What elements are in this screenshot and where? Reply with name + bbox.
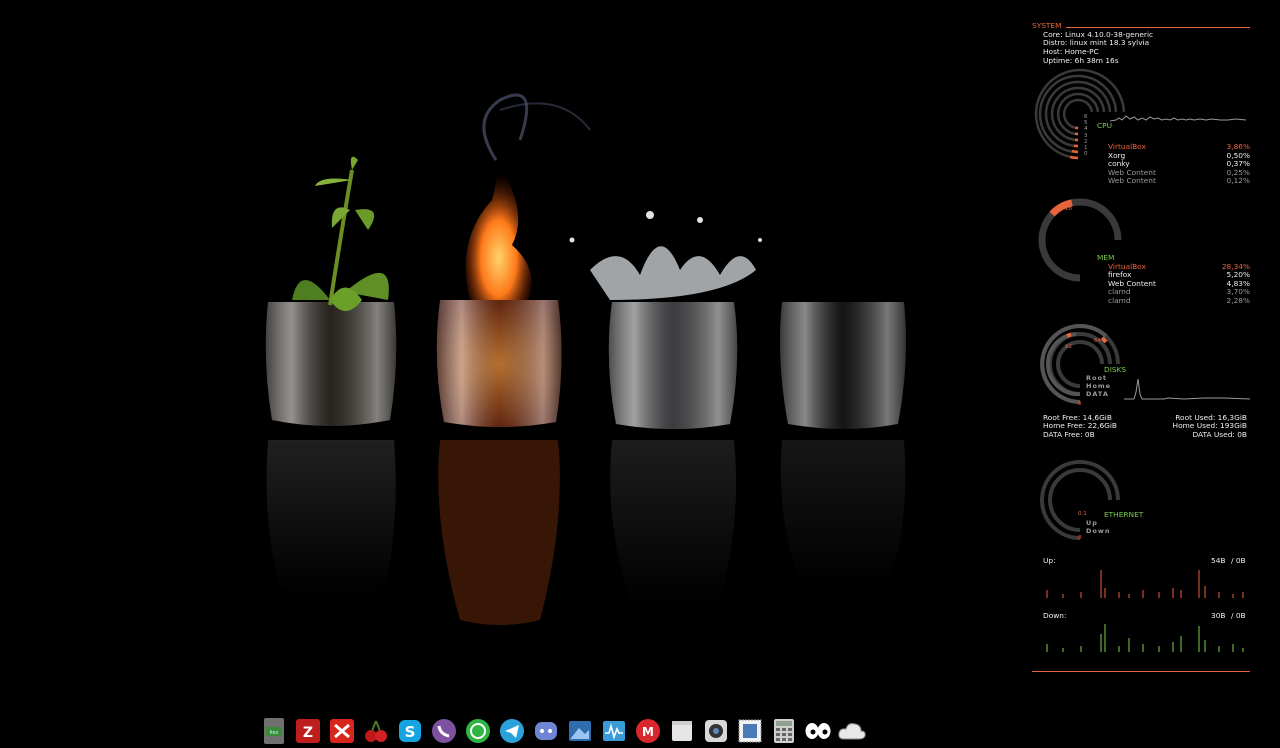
svg-text:S: S (404, 723, 415, 741)
disk-ring-value-home: 92 (1065, 344, 1072, 350)
eth-ring-value-down: 0 (1078, 535, 1082, 541)
svg-text:M: M (642, 725, 654, 739)
dock-app-eyes[interactable] (802, 716, 833, 747)
dock-app-whatsapp[interactable] (462, 716, 493, 747)
dock: hex Z S M (258, 714, 867, 748)
cpu-proc-name: Web Content (1108, 176, 1156, 185)
desktop-wallpaper (265, 93, 906, 625)
cpu-proc-value: 0,12% (1226, 176, 1250, 185)
disks-graph (1124, 378, 1250, 400)
mem-proc-name: clamd (1108, 296, 1131, 305)
cpu-ring-labels: 6543210 (1084, 114, 1088, 158)
eyes-icon (805, 723, 830, 739)
svg-text:Z: Z (302, 725, 312, 741)
dock-app-viber[interactable] (428, 716, 459, 747)
dock-app-camera[interactable] (700, 716, 731, 747)
cloud-icon (837, 723, 866, 740)
whatsapp-icon (465, 719, 490, 743)
note-icon (671, 721, 692, 741)
dock-app-weather[interactable] (836, 716, 867, 747)
data-used: DATA Used: 0B (1192, 430, 1248, 439)
eth-ring-value-up: 0.1 (1078, 511, 1087, 517)
dock-app-hex-editor[interactable]: hex (258, 716, 289, 747)
dock-app-notes[interactable] (666, 716, 697, 747)
camera-icon (704, 720, 727, 742)
dock-app-photo-app[interactable] (734, 716, 765, 747)
x-icon (329, 719, 354, 743)
dock-app-calculator[interactable] (768, 716, 799, 747)
download-graph (1046, 624, 1244, 652)
dock-app-discord[interactable] (530, 716, 561, 747)
monitor-icon (602, 721, 625, 741)
dock-app-cherrytree[interactable] (360, 716, 391, 747)
dock-app-mega[interactable]: M (632, 716, 663, 747)
upload-graph (1046, 570, 1244, 598)
ethernet-names: Up Down (1086, 519, 1111, 535)
calculator-icon (773, 719, 794, 743)
system-uptime: Uptime: 6h 38m 16s (1043, 56, 1119, 65)
dock-app-skype[interactable]: S (394, 716, 425, 747)
system-rule (1066, 27, 1250, 28)
image-icon (568, 721, 591, 741)
bottom-rule (1032, 671, 1250, 672)
skype-icon: S (398, 720, 421, 742)
dock-app-image-viewer[interactable] (564, 716, 595, 747)
dock-app-system-monitor[interactable] (598, 716, 629, 747)
disk-ring-value-data: 0 (1078, 401, 1082, 407)
fz-icon: Z (295, 719, 320, 743)
fire-glass (436, 93, 591, 427)
discord-icon (534, 722, 557, 740)
viber-icon (431, 719, 456, 743)
down-total: / 0B (1231, 611, 1246, 620)
cpu-label: CPU (1097, 121, 1113, 130)
conky-monitor: SYSTEM Core: Linux 4.10.0-38-generic Dis… (1028, 18, 1254, 678)
plant-glass (265, 156, 397, 426)
disk-ring-value-root: 64 (1094, 338, 1101, 344)
down-label: Down: (1043, 611, 1067, 620)
dock-app-xmind[interactable] (326, 716, 357, 747)
data-free: DATA Free: 0B (1043, 430, 1095, 439)
mem-ring-value: 18 (1065, 206, 1072, 212)
air-glass (780, 302, 906, 429)
down-value: 30B (1211, 611, 1226, 620)
up-total: / 0B (1231, 556, 1246, 565)
svg-text:hex: hex (269, 730, 278, 736)
up-label: Up: (1043, 556, 1056, 565)
up-value: 54B (1211, 556, 1226, 565)
stamp-icon (738, 719, 761, 743)
cpu-graph (1110, 115, 1246, 122)
green-screen-icon: hex (263, 718, 284, 744)
dock-app-telegram[interactable] (496, 716, 527, 747)
water-glass (569, 211, 762, 429)
disk-names: Root Home DATA (1086, 374, 1112, 398)
telegram-icon (499, 719, 524, 743)
mem-proc-value: 2,28% (1226, 296, 1250, 305)
dock-app-filezilla[interactable]: Z (292, 716, 323, 747)
cherry-icon (364, 720, 387, 742)
mega-icon: M (635, 719, 660, 743)
